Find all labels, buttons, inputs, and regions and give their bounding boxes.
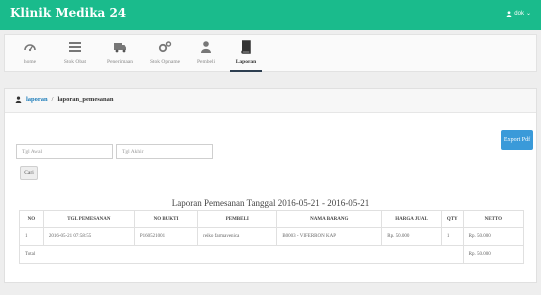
table-cell: 1 xyxy=(440,227,464,246)
nav-label: Stok Opname xyxy=(149,59,181,65)
chevron-down-icon: ⌄ xyxy=(525,11,531,17)
panel-header: laporan / laporan_pemesanan xyxy=(5,89,536,113)
nav-item-stok-opname[interactable]: Stok Opname xyxy=(146,35,184,71)
report-panel: laporan / laporan_pemesanan Export Pdf C… xyxy=(4,88,537,283)
user-icon xyxy=(201,41,211,53)
user-icon xyxy=(15,96,22,103)
breadcrumb-link-laporan[interactable]: laporan xyxy=(26,96,48,103)
user-icon xyxy=(506,10,512,17)
nav-label: home xyxy=(23,59,37,65)
column-header: QTY xyxy=(440,210,464,228)
column-header: NAMA BARANG xyxy=(276,210,383,228)
breadcrumb-current: laporan_pemesanan xyxy=(57,96,114,103)
column-header: PEMBELI xyxy=(197,210,278,228)
table-row: 1 2016-05-21 07:58:55 P160521001 reiko f… xyxy=(19,227,525,246)
start-date-input[interactable] xyxy=(16,144,113,159)
nav-item-stok-obat[interactable]: Stok Obat xyxy=(59,35,91,71)
export-pdf-button[interactable]: Export Pdf xyxy=(501,130,533,150)
report-table: NO TGL PEMESANAN NO BUKTI PEMBELI NAMA B… xyxy=(19,210,525,264)
table-cell: P160521001 xyxy=(133,227,199,246)
nav-item-home[interactable]: home xyxy=(17,35,43,71)
table-cell: Rp. 50.000 xyxy=(462,227,525,246)
nav-item-laporan[interactable]: Laporan xyxy=(230,35,262,72)
truck-icon xyxy=(114,43,126,53)
end-date-input[interactable] xyxy=(116,144,213,159)
breadcrumb-separator: / xyxy=(51,96,54,103)
table-cell: 1 xyxy=(19,227,44,246)
book-icon xyxy=(241,40,251,54)
nav-item-pembeli[interactable]: Pembeli xyxy=(192,35,220,71)
nav-label: Laporan xyxy=(235,59,257,65)
column-header: NETTO xyxy=(462,210,525,228)
breadcrumb: laporan / laporan_pemesanan xyxy=(15,96,113,103)
table-cell: Rp. 50.000 xyxy=(381,227,442,246)
total-label: Total xyxy=(19,245,464,264)
dashboard-icon xyxy=(24,44,36,52)
total-row: Total Rp. 50.000 xyxy=(19,245,525,264)
main-menu: home Stok Obat Penerimaan Stok Opname Pe… xyxy=(4,34,537,72)
column-header: TGL PEMESANAN xyxy=(42,210,135,228)
user-name: dok xyxy=(514,10,524,17)
user-menu[interactable]: dok ⌄ xyxy=(506,10,531,17)
nav-label: Penerimaan xyxy=(107,59,133,65)
report-title: Laporan Pemesanan Tanggal 2016-05-21 - 2… xyxy=(171,198,370,208)
table-cell: reiko farmavenica xyxy=(197,227,278,246)
table-cell: 2016-05-21 07:58:55 xyxy=(42,227,135,246)
nav-label: Stok Obat xyxy=(63,59,87,65)
table-header-row: NO TGL PEMESANAN NO BUKTI PEMBELI NAMA B… xyxy=(19,210,525,228)
search-button[interactable]: Cari xyxy=(20,166,38,180)
cogs-icon xyxy=(158,41,172,53)
nav-item-penerimaan[interactable]: Penerimaan xyxy=(103,35,137,71)
total-value: Rp. 50.000 xyxy=(462,245,525,264)
list-icon xyxy=(69,42,81,52)
nav-label: Pembeli xyxy=(196,59,216,65)
column-header: HARGA JUAL xyxy=(381,210,442,228)
top-navbar: Klinik Medika 24 dok ⌄ xyxy=(0,0,541,30)
column-header: NO BUKTI xyxy=(133,210,199,228)
column-header: NO xyxy=(19,210,44,228)
table-cell: B0003 - VIFERRON KAP xyxy=(276,227,383,246)
app-title[interactable]: Klinik Medika 24 xyxy=(10,6,126,20)
